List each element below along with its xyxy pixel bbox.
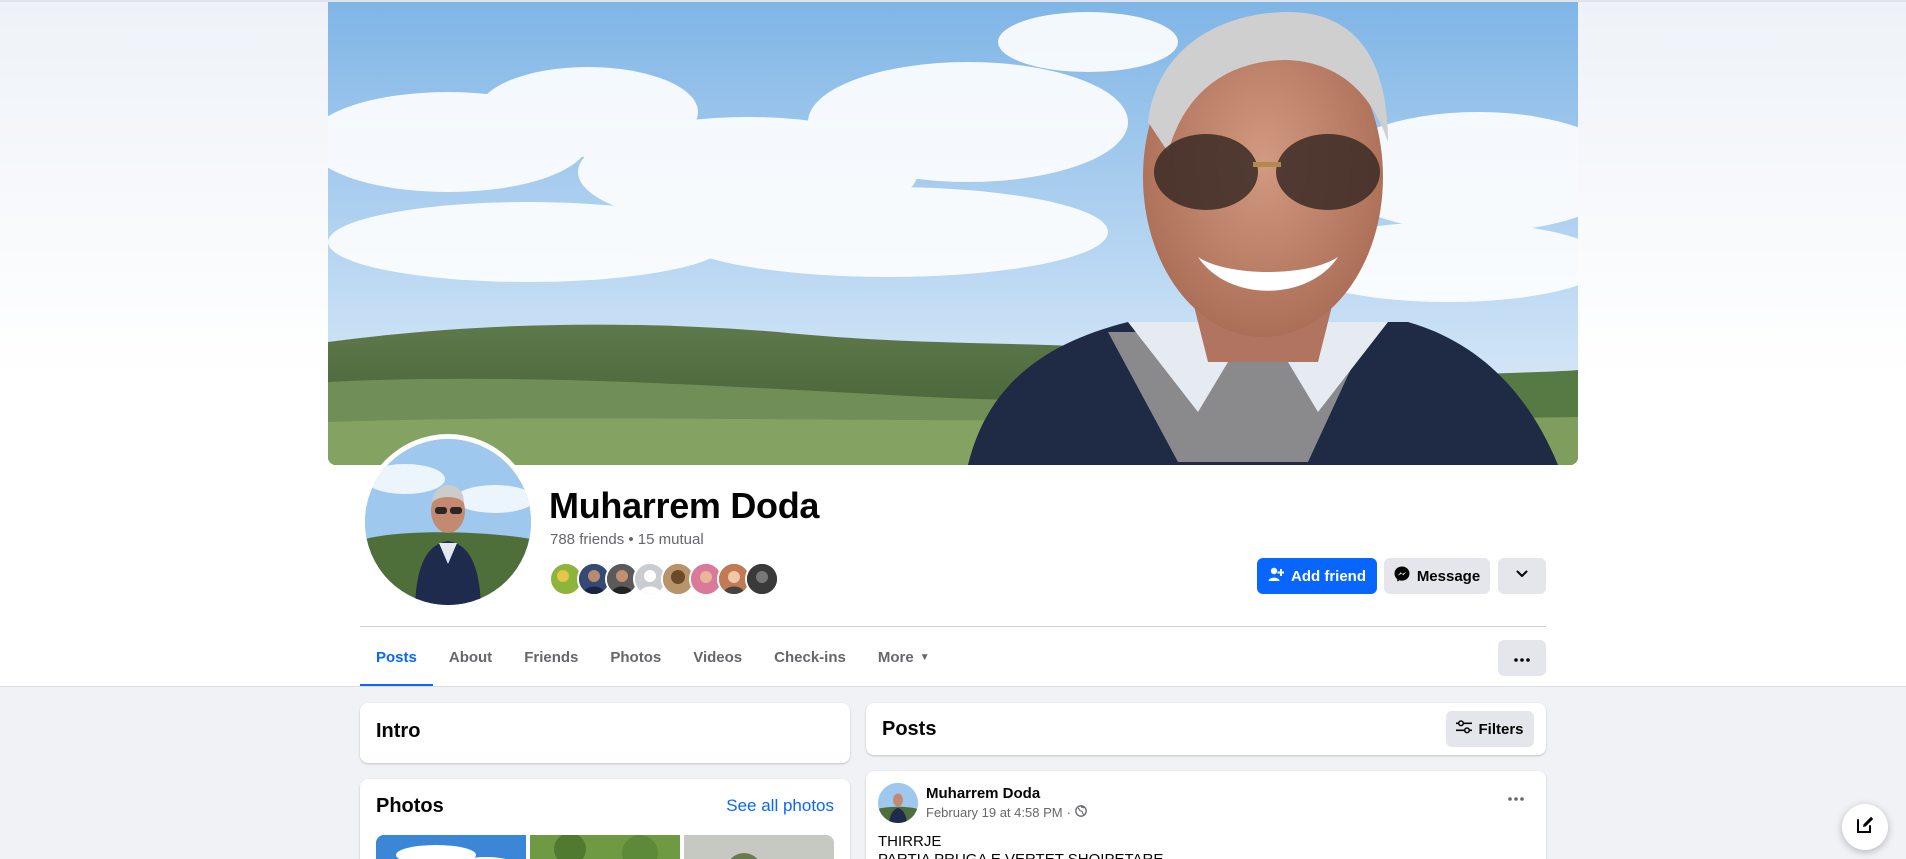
tab-label: About bbox=[448, 648, 493, 666]
chevron-down-icon bbox=[1515, 567, 1529, 585]
tab-label: Videos bbox=[693, 648, 743, 666]
tab-photos[interactable]: Photos bbox=[594, 627, 677, 687]
globe-icon[interactable] bbox=[1075, 805, 1087, 820]
sliders-icon bbox=[1456, 720, 1473, 738]
tabs-more-button[interactable] bbox=[1498, 640, 1546, 676]
photo-thumbnail[interactable] bbox=[376, 835, 526, 859]
add-friend-button[interactable]: Add friend bbox=[1257, 558, 1377, 594]
intro-card: Intro bbox=[360, 703, 850, 763]
friend-avatar[interactable] bbox=[745, 562, 779, 596]
post-text-line: THIRRJE bbox=[878, 833, 942, 850]
caret-down-icon: ▼ bbox=[919, 651, 930, 663]
post-options-button[interactable] bbox=[1502, 789, 1530, 805]
post-timestamp[interactable]: February 19 at 4:58 PM bbox=[926, 805, 1063, 820]
tab-label: Check-ins bbox=[774, 648, 846, 666]
posts-title: Posts bbox=[882, 718, 937, 740]
tab-label: Friends bbox=[524, 648, 579, 666]
profile-tabs: Posts About Friends Photos Videos Check-… bbox=[360, 627, 946, 687]
post-text-line: PARTIA PRUGA E VERTET SHQIPETARE bbox=[878, 851, 1163, 859]
tab-check-ins[interactable]: Check-ins bbox=[758, 627, 862, 687]
friends-count[interactable]: 788 friends • 15 mutual bbox=[550, 531, 704, 548]
message-button[interactable]: Message bbox=[1384, 558, 1490, 594]
tab-about[interactable]: About bbox=[433, 627, 508, 687]
post-author-avatar[interactable] bbox=[878, 783, 918, 823]
filters-label: Filters bbox=[1478, 720, 1524, 738]
see-all-photos-link[interactable]: See all photos bbox=[726, 796, 834, 816]
post-text: THIRRJE PARTIA PRUGA E VERTET SHQIPETARE bbox=[878, 833, 1163, 859]
filters-button[interactable]: Filters bbox=[1446, 711, 1534, 747]
post-author-name[interactable]: Muharrem Doda bbox=[926, 785, 1040, 802]
profile-picture[interactable] bbox=[360, 434, 536, 610]
post-card: Muharrem Doda February 19 at 4:58 PM · T… bbox=[866, 771, 1546, 859]
post-meta: February 19 at 4:58 PM · bbox=[926, 805, 1087, 820]
tab-videos[interactable]: Videos bbox=[677, 627, 758, 687]
photo-thumbnail[interactable] bbox=[530, 835, 680, 859]
posts-header-card: Posts Filters bbox=[866, 703, 1546, 755]
person-plus-icon bbox=[1268, 566, 1285, 586]
cover-photo[interactable] bbox=[328, 2, 1578, 465]
tab-more[interactable]: More ▼ bbox=[862, 627, 946, 687]
tab-label: Posts bbox=[376, 648, 417, 666]
compose-message-button[interactable] bbox=[1842, 804, 1888, 850]
add-friend-label: Add friend bbox=[1291, 567, 1366, 585]
ellipsis-icon bbox=[1508, 788, 1524, 806]
photo-thumbnail[interactable] bbox=[684, 835, 834, 859]
profile-page: Muharrem Doda 788 friends • 15 mutual Ad… bbox=[0, 0, 1906, 859]
header-bottom-border bbox=[0, 686, 1906, 687]
profile-dropdown-button[interactable] bbox=[1498, 558, 1546, 594]
photos-title: Photos bbox=[376, 795, 444, 817]
tab-posts[interactable]: Posts bbox=[360, 627, 433, 687]
messenger-icon bbox=[1394, 566, 1410, 586]
compose-icon bbox=[1855, 815, 1875, 840]
meta-separator: · bbox=[1066, 805, 1071, 820]
tab-friends[interactable]: Friends bbox=[508, 627, 594, 687]
avatar bbox=[365, 439, 531, 605]
intro-title: Intro bbox=[376, 720, 421, 742]
tab-label: Photos bbox=[610, 648, 662, 666]
tab-label: More bbox=[877, 648, 914, 666]
profile-name: Muharrem Doda bbox=[549, 485, 820, 526]
message-label: Message bbox=[1416, 567, 1481, 585]
photos-card: Photos See all photos bbox=[360, 779, 850, 859]
ellipsis-icon bbox=[1514, 649, 1530, 667]
